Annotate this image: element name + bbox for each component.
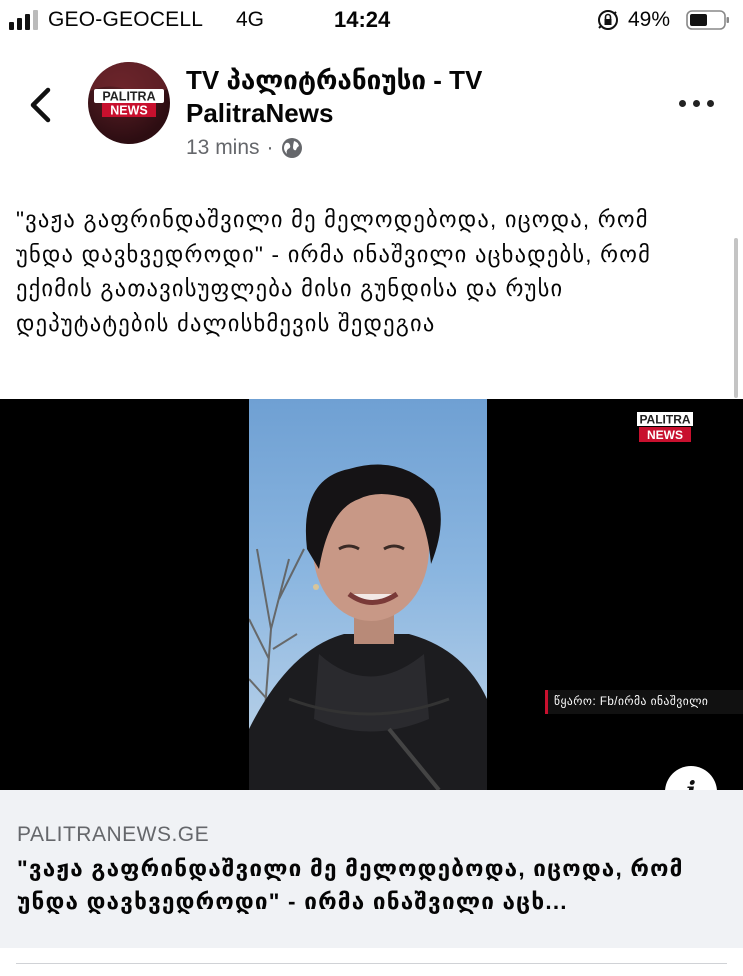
more-options-button[interactable] <box>676 88 718 118</box>
palitra-news-logo: PALITRA NEWS <box>88 62 170 118</box>
signal-strength-icon <box>9 10 39 30</box>
back-button[interactable] <box>22 84 62 126</box>
video-thumbnail <box>249 464 487 790</box>
status-time: 14:24 <box>334 7 391 32</box>
carrier-name: GEO-GEOCELL <box>48 8 204 31</box>
channel-logo-line2: NEWS <box>647 428 683 442</box>
post-text: "ვაჟა გაფრინდაშვილი მე მელოდებოდა, იცოდა… <box>16 207 652 336</box>
rotation-lock-icon <box>598 10 618 30</box>
link-domain: PALITRANEWS.GE <box>17 823 210 846</box>
post-timestamp[interactable]: 13 mins <box>186 136 260 160</box>
status-bar: GEO-GEOCELL 4G 14:24 49% <box>0 0 743 42</box>
avatar-logo-line2: NEWS <box>110 104 148 118</box>
page-avatar[interactable]: PALITRA NEWS <box>88 62 170 144</box>
source-caption: წყარო: Fb/ირმა ინაშვილი <box>545 690 743 714</box>
video-frame <box>249 399 487 790</box>
globe-icon <box>281 138 302 158</box>
battery-percentage: 49% <box>628 8 671 31</box>
network-type: 4G <box>236 8 265 31</box>
divider <box>16 963 727 964</box>
link-title: "ვაჟა გაფრინდაშვილი მე მელოდებოდა, იცოდა… <box>17 856 684 914</box>
battery-icon <box>686 10 729 30</box>
post-meta: 13 mins · <box>186 136 303 160</box>
page-name[interactable]: TV პალიტრანიუსი - TV PalitraNews <box>186 64 586 130</box>
channel-logo-line1: PALITRA <box>639 413 690 427</box>
link-preview[interactable]: PALITRANEWS.GE "ვაჟა გაფრინდაშვილი მე მე… <box>0 790 743 948</box>
avatar-logo-line1: PALITRA <box>102 90 155 104</box>
scrollbar[interactable] <box>734 238 738 398</box>
video-player[interactable]: PALITRA NEWS წყარო: Fb/ირმა ინაშვილი <box>0 399 743 790</box>
channel-logo: PALITRA NEWS <box>637 412 693 442</box>
meta-separator: · <box>266 136 274 159</box>
